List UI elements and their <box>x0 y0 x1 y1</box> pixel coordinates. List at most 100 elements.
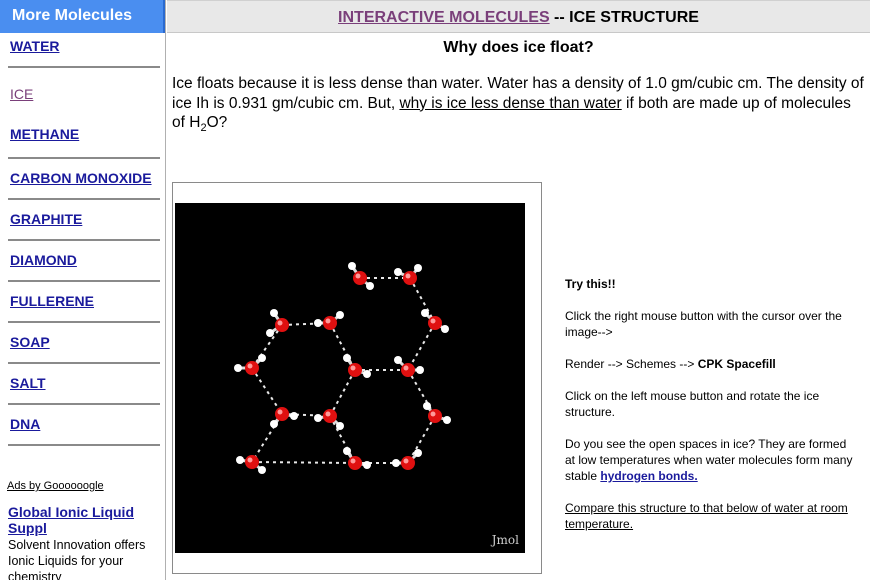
ice-structure-model[interactable] <box>175 203 525 553</box>
interactive-molecules-link[interactable]: INTERACTIVE MOLECULES <box>338 9 550 26</box>
nav-item-methane: METHANE <box>0 121 165 165</box>
sidebar: More Molecules WATER ICE METHANE CARBON … <box>0 0 166 580</box>
hydrogen-atom <box>336 422 344 430</box>
oxygen-atom <box>275 407 289 421</box>
hydrogen-atom <box>363 370 371 378</box>
tip-compare: Compare this structure to that below of … <box>565 500 855 532</box>
hydrogen-atom <box>270 309 278 317</box>
tip-step-2-bold: CPK Spacefill <box>697 357 776 371</box>
hydrogen-atom <box>414 449 422 457</box>
hydrogen-bonds-link[interactable]: hydrogen bonds. <box>600 469 697 483</box>
tip-step-3: Click on the left mouse button and rotat… <box>565 389 820 419</box>
oxygen-atom <box>428 409 442 423</box>
atom-highlight <box>325 411 331 417</box>
nav-link-diamond[interactable]: DIAMOND <box>10 252 77 268</box>
nav-item-water: WATER <box>0 33 165 74</box>
why-ice-less-dense-link[interactable]: why is ice less dense than water <box>399 95 621 112</box>
hydrogen-atom <box>414 264 422 272</box>
nav-divider <box>8 280 160 282</box>
atom-highlight <box>350 458 356 464</box>
hydrogen-atom <box>343 447 351 455</box>
atom-highlight <box>247 457 253 463</box>
hydrogen-atom <box>421 309 429 317</box>
nav-item-salt: SALT <box>0 370 165 411</box>
atom-highlight <box>405 273 411 279</box>
nav-item-soap: SOAP <box>0 329 165 370</box>
tip-step-1: Click the right mouse button with the cu… <box>565 309 842 339</box>
hydrogen-bond <box>251 461 356 464</box>
nav-link-methane[interactable]: METHANE <box>10 126 79 142</box>
nav-link-ice[interactable]: ICE <box>10 86 33 102</box>
hydrogen-atom <box>423 402 431 410</box>
hydrogen-atom <box>416 366 424 374</box>
nav-link-salt[interactable]: SALT <box>10 375 46 391</box>
intro-paragraph: Ice floats because it is less dense than… <box>172 74 867 139</box>
molecule-nav: WATER ICE METHANE CARBON MONOXIDE GRAPHI… <box>0 33 165 452</box>
nav-item-ice: ICE <box>0 74 165 121</box>
nav-link-carbon-monoxide[interactable]: CARBON MONOXIDE <box>10 170 152 186</box>
nav-link-water[interactable]: WATER <box>10 38 60 54</box>
hydrogen-atom <box>236 456 244 464</box>
nav-item-carbon-monoxide: CARBON MONOXIDE <box>0 165 165 206</box>
hydrogen-atom <box>314 319 322 327</box>
compare-water-link[interactable]: Compare this structure to that below of … <box>565 501 848 531</box>
instructions-panel: Try this!! Click the right mouse button … <box>565 276 855 548</box>
nav-item-dna: DNA <box>0 411 165 452</box>
hydrogen-atom <box>443 416 451 424</box>
oxygen-atom <box>348 456 362 470</box>
hydrogen-atom <box>394 356 402 364</box>
hydrogen-atom <box>336 311 344 319</box>
nav-item-diamond: DIAMOND <box>0 247 165 288</box>
atom-highlight <box>325 318 331 324</box>
nav-divider <box>8 362 160 364</box>
oxygen-atom <box>401 363 415 377</box>
atom-highlight <box>247 363 253 369</box>
oxygen-atom <box>323 409 337 423</box>
nav-divider <box>8 444 160 446</box>
nav-link-dna[interactable]: DNA <box>10 416 40 432</box>
tip-step-4: Do you see the open spaces in ice? They … <box>565 436 855 484</box>
ads-label[interactable]: Ads by Goooooogle <box>7 480 104 492</box>
nav-divider <box>8 66 160 68</box>
hydrogen-bond <box>409 277 436 324</box>
tip-step-2: Render --> Schemes --> CPK Spacefill <box>565 356 855 372</box>
nav-link-fullerene[interactable]: FULLERENE <box>10 293 94 309</box>
main-content: INTERACTIVE MOLECULES -- ICE STRUCTURE W… <box>167 0 870 580</box>
hydrogen-atom <box>366 282 374 290</box>
nav-divider <box>8 239 160 241</box>
hydrogen-atom <box>258 466 266 474</box>
atom-highlight <box>430 318 436 324</box>
nav-link-soap[interactable]: SOAP <box>10 334 50 350</box>
atom-highlight <box>277 409 283 415</box>
ad-text: Solvent Innovation offers Ionic Liquids … <box>8 538 146 580</box>
atom-highlight <box>277 320 283 326</box>
intro-text-3: O? <box>206 114 228 131</box>
oxygen-atom <box>353 271 367 285</box>
atom-highlight <box>403 458 409 464</box>
hydrogen-atom <box>234 364 242 372</box>
nav-link-graphite[interactable]: GRAPHITE <box>10 211 82 227</box>
hydrogen-atom <box>266 329 274 337</box>
hydrogen-atom <box>270 420 278 428</box>
hydrogen-atom <box>343 354 351 362</box>
page-title-rest: -- ICE STRUCTURE <box>549 9 699 26</box>
nav-divider <box>8 321 160 323</box>
hydrogen-atom <box>392 459 400 467</box>
jmol-applet-canvas[interactable]: Jmol <box>175 203 525 553</box>
jmol-label: Jmol <box>491 533 519 547</box>
oxygen-atom <box>428 316 442 330</box>
oxygen-atom <box>348 363 362 377</box>
oxygen-atom <box>245 361 259 375</box>
atom-highlight <box>355 273 361 279</box>
hydrogen-atom <box>441 325 449 333</box>
page-title: INTERACTIVE MOLECULES -- ICE STRUCTURE <box>167 0 870 33</box>
hydrogen-bond <box>407 415 436 464</box>
ad-title-link[interactable]: Global Ionic Liquid Suppl <box>8 504 158 536</box>
nav-divider <box>8 198 160 200</box>
hydrogen-atom <box>314 414 322 422</box>
atom-highlight <box>350 365 356 371</box>
nav-item-fullerene: FULLERENE <box>0 288 165 329</box>
atom-highlight <box>430 411 436 417</box>
atom-highlight <box>403 365 409 371</box>
hydrogen-bond <box>329 369 356 417</box>
